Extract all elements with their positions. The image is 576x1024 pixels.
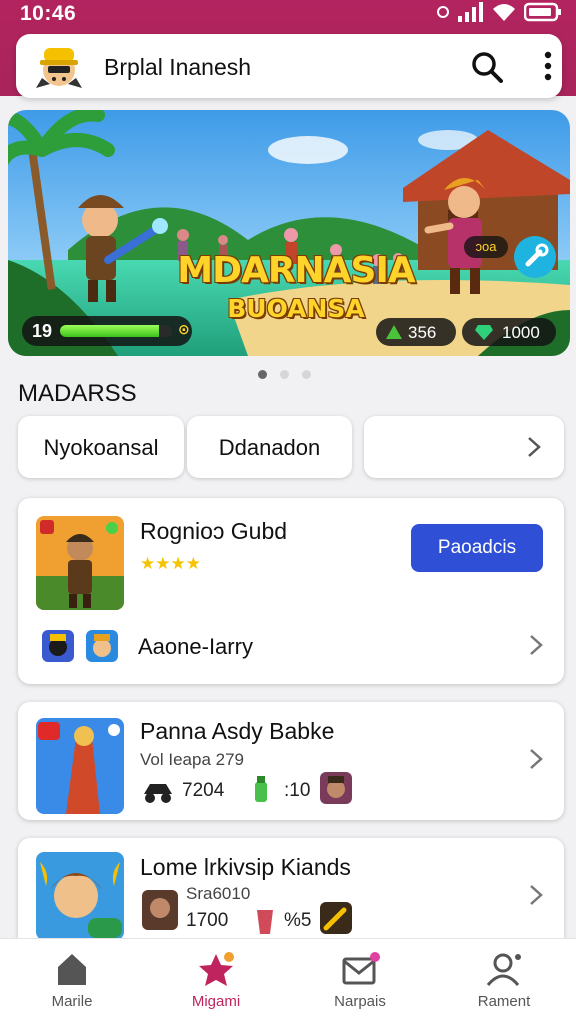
more-options-icon[interactable] — [536, 48, 560, 84]
car-icon — [144, 784, 172, 803]
level-progress: 19 ⊙ — [22, 316, 192, 346]
category-chip[interactable]: Nyokoansal — [18, 416, 184, 478]
game-title: Lome lrkivsip Kiands — [140, 854, 351, 880]
status-icons — [436, 2, 562, 22]
nav-item-games[interactable]: Migami — [144, 939, 288, 1024]
section-title: MADARSS — [18, 380, 137, 407]
battery-icon — [524, 2, 561, 22]
game-thumbnail — [36, 516, 124, 610]
game-subline: Vol Ieapa 279 — [140, 750, 244, 769]
game-subtitle: Aaone-Iarry — [138, 634, 253, 659]
nav-label: Marile — [51, 993, 93, 1010]
wrench-icon — [525, 243, 549, 267]
category-more-chip[interactable] — [364, 416, 564, 478]
game-thumbnail — [36, 718, 124, 814]
banner-title: MDARNASIA — [177, 250, 415, 291]
banner-badge: ɔoa — [464, 236, 508, 258]
home-icon — [58, 954, 86, 985]
avatar-icon — [42, 630, 74, 662]
tool-button[interactable] — [514, 236, 556, 278]
coin-counter[interactable]: 356 — [376, 318, 456, 346]
status-time: 10:46 — [20, 2, 77, 25]
avatar-icon — [320, 772, 352, 804]
search-icon[interactable] — [470, 50, 504, 84]
app-title: Brplal Inanesh — [104, 54, 252, 80]
alarm-icon — [437, 6, 449, 18]
carousel-dot[interactable] — [280, 370, 289, 379]
game-stat: 7204 — [182, 780, 225, 801]
game-stat: :10 — [284, 780, 311, 801]
gem-value: 1000 — [502, 323, 540, 342]
avatar-icon — [86, 630, 118, 662]
level-end-icon: ⊙ — [178, 321, 190, 337]
nav-label: Rament — [477, 993, 531, 1010]
game-title: Panna Asdy Babke — [140, 718, 335, 744]
chevron-right-icon[interactable] — [528, 634, 544, 656]
nav-item-home[interactable]: Marile — [0, 939, 144, 1024]
app-bar: Brplal Inanesh — [16, 34, 562, 98]
nav-label: Narpais — [334, 993, 386, 1010]
game-card[interactable]: Lome lrkivsip Kiands Sra6010 1700 %5 — [18, 838, 564, 948]
mail-icon — [342, 952, 380, 985]
app-logo — [36, 48, 82, 88]
wifi-icon — [493, 4, 515, 21]
game-card[interactable]: Panna Asdy Babke Vol Ieapa 279 7204 :10 — [18, 702, 564, 820]
nav-item-mail[interactable]: Narpais — [288, 939, 432, 1024]
gem-icon — [475, 325, 493, 340]
star-rating: ★★★★ — [140, 554, 201, 573]
game-stat: 1700 — [186, 910, 229, 931]
game-subline: Sra6010 — [186, 884, 251, 903]
chip-label: Nyokoansal — [43, 435, 159, 460]
banner-subtitle: BUOANSA — [227, 294, 365, 323]
coin-value: 356 — [408, 323, 437, 342]
chip-label: Ddanadon — [218, 435, 321, 460]
carousel-dot[interactable] — [302, 370, 311, 379]
level-number: 19 — [31, 321, 53, 341]
nav-item-profile[interactable]: Rament — [432, 939, 576, 1024]
game-card[interactable]: Rognioɔ Gubd ★★★★ Paoadcis Aaone-Iarry — [18, 498, 564, 684]
sword-icon — [320, 902, 352, 934]
gem-counter[interactable]: 1000 — [462, 318, 556, 346]
level-bar-fill — [60, 325, 159, 337]
carousel-dots[interactable] — [258, 370, 311, 379]
chevron-right-icon[interactable] — [528, 748, 544, 770]
profile-icon — [486, 953, 521, 986]
cup-icon — [257, 910, 273, 934]
chevron-right-icon — [528, 437, 541, 457]
leaf-icon — [386, 325, 402, 339]
game-thumbnail — [36, 852, 124, 940]
nav-label: Migami — [191, 993, 241, 1010]
carousel-dot[interactable] — [258, 370, 267, 379]
avatar-icon — [142, 890, 178, 930]
chevron-right-icon[interactable] — [528, 884, 544, 906]
bottom-nav: Marile Migami Narpais Rament — [0, 938, 576, 1024]
level-bar — [60, 325, 172, 337]
game-stat: %5 — [284, 910, 312, 931]
play-button[interactable]: Paoadcis — [411, 524, 543, 572]
signal-icon — [458, 2, 483, 22]
potion-icon — [255, 776, 267, 802]
star-icon — [199, 952, 234, 986]
game-title: Rognioɔ Gubd — [140, 518, 288, 544]
category-chip[interactable]: Ddanadon — [187, 416, 352, 478]
